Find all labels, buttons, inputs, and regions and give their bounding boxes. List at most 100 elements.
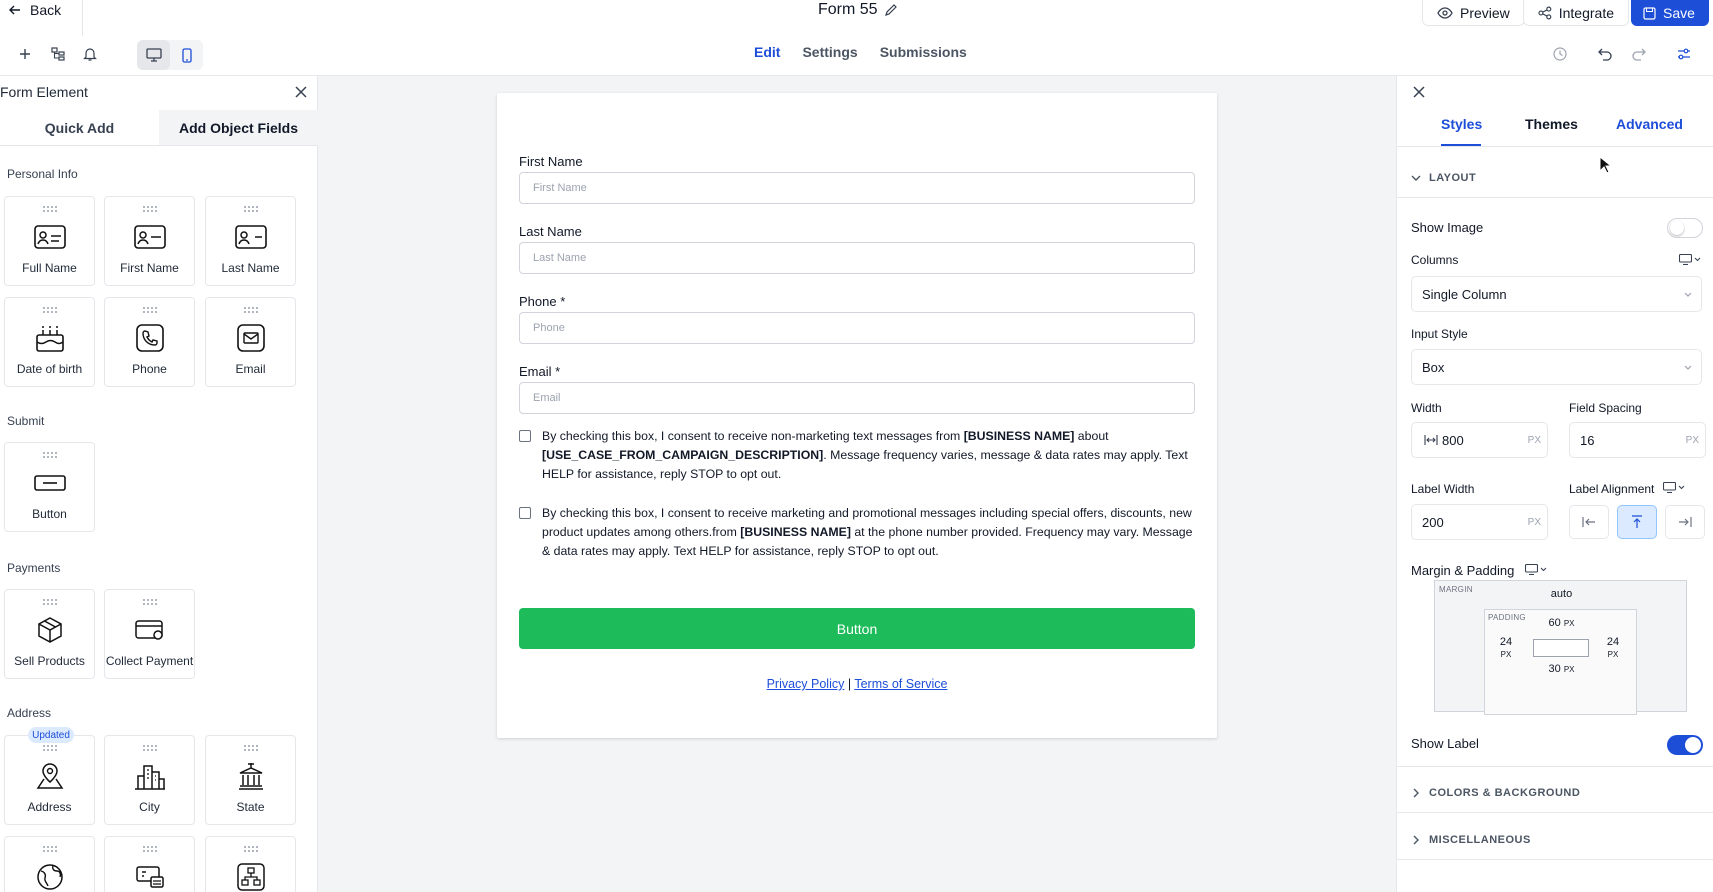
close-icon[interactable]	[1410, 83, 1428, 101]
element-last-name[interactable]: Last Name	[205, 196, 296, 286]
element-city[interactable]: City	[104, 735, 195, 825]
element-first-name[interactable]: First Name	[104, 196, 195, 286]
terms-of-service-link[interactable]: Terms of Service	[854, 677, 947, 691]
padding-top-value[interactable]: 60 PX	[1485, 617, 1638, 629]
drag-handle[interactable]	[242, 306, 259, 314]
tab-settings[interactable]: Settings	[802, 44, 857, 60]
element-phone[interactable]: Phone	[104, 297, 195, 387]
element-button[interactable]: Button	[4, 442, 95, 532]
tab-submissions[interactable]: Submissions	[880, 44, 967, 60]
tab-themes[interactable]: Themes	[1525, 116, 1578, 132]
first-name-input[interactable]: First Name	[519, 172, 1195, 204]
drag-handle[interactable]	[141, 744, 158, 752]
section-payments: Payments	[7, 561, 61, 575]
top-bar: Back Form 55 Preview Integrate Save Edit…	[0, 0, 1713, 76]
globe-icon	[36, 864, 63, 890]
submit-button[interactable]: Button	[519, 608, 1195, 649]
undo-icon[interactable]	[1593, 42, 1617, 66]
field-spacing-label: Field Spacing	[1569, 401, 1642, 415]
layout-accordion[interactable]: LAYOUT	[1411, 172, 1476, 184]
email-input[interactable]: Email	[519, 382, 1195, 414]
privacy-policy-link[interactable]: Privacy Policy	[767, 677, 845, 691]
consent-checkbox-2[interactable]	[519, 507, 531, 519]
back-button[interactable]: Back	[8, 0, 61, 20]
element-postal-code[interactable]	[104, 836, 195, 892]
margin-value[interactable]: auto	[1435, 588, 1688, 600]
tab-add-object-fields[interactable]: Add Object Fields	[159, 110, 318, 146]
sliders-icon[interactable]	[1672, 42, 1696, 66]
save-icon	[1643, 6, 1656, 20]
form-element-panel: Form Element Quick Add Add Object Fields…	[0, 76, 318, 892]
drag-handle[interactable]	[242, 205, 259, 213]
divider	[1397, 859, 1713, 860]
padding-bottom-value[interactable]: 30 PX	[1485, 663, 1638, 675]
drag-handle[interactable]	[41, 306, 58, 314]
desktop-view-button[interactable]	[137, 40, 170, 70]
element-state[interactable]: State	[205, 735, 296, 825]
element-full-name[interactable]: Full Name	[4, 196, 95, 286]
drag-handle[interactable]	[41, 845, 58, 853]
history-icon[interactable]	[1548, 42, 1572, 66]
field-spacing-input[interactable]: 16 PX	[1569, 422, 1706, 458]
element-date-of-birth[interactable]: Date of birth	[4, 297, 95, 387]
element-email[interactable]: Email	[205, 297, 296, 387]
phone-input[interactable]: Phone	[519, 312, 1195, 344]
tab-advanced[interactable]: Advanced	[1616, 116, 1683, 132]
device-select[interactable]	[1663, 482, 1685, 493]
consent-checkbox-1[interactable]	[519, 430, 531, 442]
drag-handle[interactable]	[141, 598, 158, 606]
colors-background-accordion[interactable]: COLORS & BACKGROUND	[1411, 787, 1580, 799]
tab-styles[interactable]: Styles	[1441, 116, 1482, 132]
drag-handle[interactable]	[41, 598, 58, 606]
device-select[interactable]	[1525, 564, 1547, 575]
tab-edit[interactable]: Edit	[754, 44, 780, 60]
pencil-icon[interactable]	[884, 3, 898, 17]
element-label: Full Name	[22, 261, 77, 275]
element-collect-payment[interactable]: Collect Payment	[104, 589, 195, 679]
drag-handle[interactable]	[141, 306, 158, 314]
email-icon	[236, 324, 265, 352]
tab-quick-add[interactable]: Quick Add	[0, 110, 159, 146]
input-style-select[interactable]: Box	[1411, 349, 1702, 385]
close-icon[interactable]	[292, 83, 310, 101]
columns-label: Columns	[1411, 253, 1459, 267]
label-width-input[interactable]: 200 PX	[1411, 504, 1548, 540]
drag-handle[interactable]	[41, 744, 58, 752]
save-button[interactable]: Save	[1631, 0, 1709, 26]
layers-icon[interactable]	[46, 42, 70, 66]
show-image-toggle[interactable]	[1667, 218, 1703, 238]
padding-left-value[interactable]: 24 PX	[1491, 636, 1521, 660]
id-card-icon	[33, 225, 66, 249]
element-address[interactable]: Address	[4, 735, 95, 825]
add-icon[interactable]	[13, 42, 37, 66]
device-select[interactable]	[1679, 254, 1701, 265]
miscellaneous-accordion[interactable]: MISCELLANEOUS	[1411, 834, 1531, 846]
preview-button[interactable]: Preview	[1422, 0, 1525, 26]
mobile-view-button[interactable]	[170, 40, 203, 70]
show-label-toggle[interactable]	[1667, 735, 1703, 755]
last-name-input[interactable]: Last Name	[519, 242, 1195, 274]
align-left-button[interactable]	[1569, 505, 1609, 539]
drag-handle[interactable]	[41, 205, 58, 213]
form-title[interactable]: Form 55	[818, 0, 898, 20]
integrate-button[interactable]: Integrate	[1523, 0, 1629, 26]
element-organization[interactable]	[205, 836, 296, 892]
bell-icon[interactable]	[78, 42, 102, 66]
drag-handle[interactable]	[141, 205, 158, 213]
width-input[interactable]: 800 PX	[1411, 422, 1548, 458]
show-label-label: Show Label	[1411, 736, 1479, 751]
element-sell-products[interactable]: Sell Products	[4, 589, 95, 679]
redo-icon[interactable]	[1627, 42, 1651, 66]
element-country[interactable]	[4, 836, 95, 892]
button-icon	[33, 475, 66, 491]
drag-handle[interactable]	[41, 451, 58, 459]
align-right-button[interactable]	[1665, 505, 1705, 539]
eye-icon	[1437, 6, 1453, 19]
padding-right-value[interactable]: 24 PX	[1598, 636, 1628, 660]
drag-handle[interactable]	[242, 744, 259, 752]
align-top-button[interactable]	[1617, 505, 1657, 539]
columns-select[interactable]: Single Column	[1411, 276, 1702, 312]
drag-handle[interactable]	[141, 845, 158, 853]
form-preview[interactable]: First Name First Name Last Name Last Nam…	[497, 93, 1217, 738]
drag-handle[interactable]	[242, 845, 259, 853]
